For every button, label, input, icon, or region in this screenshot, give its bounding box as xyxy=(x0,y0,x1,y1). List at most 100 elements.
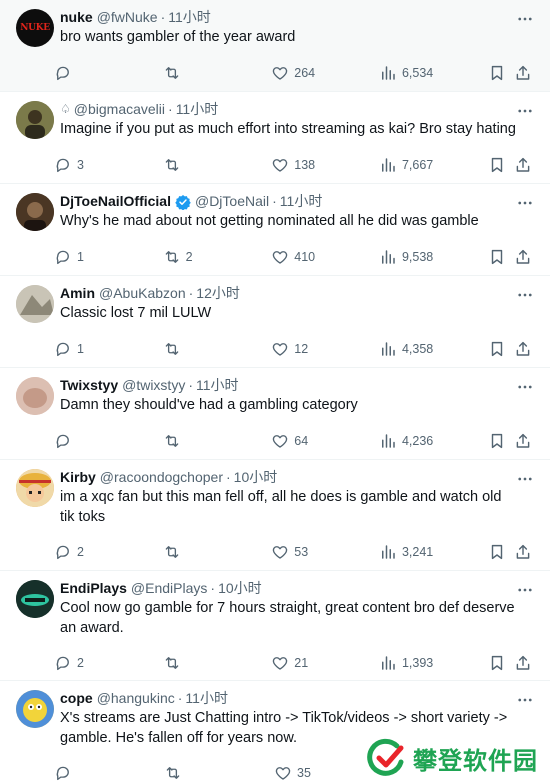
author-handle[interactable]: @bigmacavelii xyxy=(74,100,165,119)
like-button[interactable]: 264 xyxy=(271,59,379,87)
more-options-icon[interactable] xyxy=(516,194,534,212)
avatar[interactable]: NUKE xyxy=(16,9,54,47)
author-name[interactable]: cope xyxy=(60,689,93,708)
author-name[interactable]: Kirby xyxy=(60,468,96,487)
reply-button[interactable] xyxy=(54,759,164,784)
share-button[interactable] xyxy=(514,335,534,363)
author-name[interactable]: nuke xyxy=(60,8,93,27)
reply-tweet[interactable]: DjToeNailOfficial @DjToeNail · 11小时 Why'… xyxy=(0,184,550,276)
retweet-button[interactable] xyxy=(163,538,272,566)
more-options-icon[interactable] xyxy=(516,470,534,488)
avatar[interactable] xyxy=(16,285,54,323)
retweet-button[interactable] xyxy=(163,427,272,455)
retweet-button[interactable] xyxy=(163,151,272,179)
reply-tweet[interactable]: Kirby @racoondogchoper · 10小时 im a xqc f… xyxy=(0,460,550,571)
reply-icon xyxy=(56,766,69,781)
analytics-icon xyxy=(381,656,395,670)
share-button[interactable] xyxy=(514,243,534,271)
share-button[interactable] xyxy=(514,427,534,455)
share-button[interactable] xyxy=(514,538,534,566)
reply-tweet[interactable]: ♤ @bigmacavelii · 11小时 Imagine if you pu… xyxy=(0,92,550,184)
like-button[interactable]: 410 xyxy=(271,243,379,271)
reply-button[interactable]: 1 xyxy=(54,243,163,271)
views-button[interactable]: 4,358 xyxy=(379,335,488,363)
reply-button[interactable]: 3 xyxy=(54,151,163,179)
like-button[interactable]: 12 xyxy=(271,335,379,363)
avatar[interactable] xyxy=(16,690,54,728)
like-button[interactable]: 53 xyxy=(271,538,379,566)
retweet-button[interactable] xyxy=(163,59,272,87)
timestamp[interactable]: 11小时 xyxy=(176,100,219,119)
reply-icon xyxy=(56,342,69,356)
retweet-button[interactable] xyxy=(164,759,274,784)
retweet-button[interactable] xyxy=(163,335,272,363)
reply-button[interactable] xyxy=(54,427,163,455)
bookmark-button[interactable] xyxy=(488,335,515,363)
views-button[interactable]: 1,393 xyxy=(379,649,488,677)
more-options-icon[interactable] xyxy=(516,378,534,396)
author-name[interactable]: Twixstyy xyxy=(60,376,118,395)
avatar[interactable] xyxy=(16,377,54,415)
bookmark-icon xyxy=(491,65,502,80)
author-handle[interactable]: @twixstyy xyxy=(122,376,185,395)
author-name[interactable]: DjToeNailOfficial xyxy=(60,192,171,211)
heart-icon xyxy=(273,250,288,264)
retweet-button[interactable] xyxy=(163,649,272,677)
more-options-icon[interactable] xyxy=(516,286,534,304)
share-button[interactable] xyxy=(514,59,534,87)
heart-icon xyxy=(273,342,288,356)
reply-tweet[interactable]: Twixstyy @twixstyy · 11小时 Damn they shou… xyxy=(0,368,550,460)
views-button[interactable]: 7,667 xyxy=(379,151,488,179)
timestamp[interactable]: 12小时 xyxy=(196,284,240,303)
views-button[interactable]: 4,236 xyxy=(379,427,488,455)
bookmark-button[interactable] xyxy=(488,59,515,87)
views-button[interactable]: 3,241 xyxy=(379,538,488,566)
reply-icon xyxy=(56,66,69,80)
timestamp[interactable]: 10小时 xyxy=(234,468,278,487)
more-options-icon[interactable] xyxy=(516,581,534,599)
bookmark-button[interactable] xyxy=(488,538,515,566)
like-button[interactable]: 21 xyxy=(271,649,379,677)
reply-button[interactable]: 2 xyxy=(54,538,163,566)
avatar[interactable] xyxy=(16,469,54,507)
views-button[interactable]: 6,534 xyxy=(379,59,488,87)
author-handle[interactable]: @racoondogchoper xyxy=(100,468,223,487)
views-button[interactable]: 9,538 xyxy=(379,243,488,271)
reply-icon xyxy=(56,250,69,264)
timestamp[interactable]: 11小时 xyxy=(185,689,228,708)
reply-button[interactable] xyxy=(54,59,163,87)
share-button[interactable] xyxy=(514,151,534,179)
reply-button[interactable]: 2 xyxy=(54,649,163,677)
avatar[interactable] xyxy=(16,193,54,231)
author-handle[interactable]: @AbuKabzon xyxy=(99,284,186,303)
author-handle[interactable]: @DjToeNail xyxy=(195,192,269,211)
avatar-image-icon xyxy=(16,377,54,415)
author-handle[interactable]: @EndiPlays xyxy=(131,579,207,598)
share-button[interactable] xyxy=(514,649,534,677)
more-options-icon[interactable] xyxy=(516,10,534,28)
bookmark-button[interactable] xyxy=(488,151,515,179)
timestamp[interactable]: 10小时 xyxy=(218,579,262,598)
retweet-button[interactable]: 2 xyxy=(163,243,272,271)
more-options-icon[interactable] xyxy=(516,691,534,709)
reply-tweet[interactable]: NUKE nuke @fwNuke · 11小时 bro wants gambl… xyxy=(0,0,550,92)
bookmark-button[interactable] xyxy=(488,649,515,677)
author-handle[interactable]: @hangukinc xyxy=(97,689,175,708)
reply-tweet[interactable]: EndiPlays @EndiPlays · 10小时 Cool now go … xyxy=(0,571,550,681)
author-name[interactable]: EndiPlays xyxy=(60,579,127,598)
timestamp[interactable]: 11小时 xyxy=(168,8,211,27)
like-button[interactable]: 138 xyxy=(271,151,379,179)
more-options-icon[interactable] xyxy=(516,102,534,120)
tweet-text: Damn they should've had a gambling categ… xyxy=(60,397,358,413)
author-handle[interactable]: @fwNuke xyxy=(97,8,158,27)
reply-tweet[interactable]: Amin @AbuKabzon · 12小时 Classic lost 7 mi… xyxy=(0,276,550,368)
bookmark-button[interactable] xyxy=(488,243,515,271)
avatar[interactable] xyxy=(16,580,54,618)
like-button[interactable]: 64 xyxy=(271,427,379,455)
timestamp[interactable]: 11小时 xyxy=(196,376,239,395)
avatar[interactable] xyxy=(16,101,54,139)
timestamp[interactable]: 11小时 xyxy=(280,192,323,211)
bookmark-button[interactable] xyxy=(488,427,515,455)
author-name[interactable]: Amin xyxy=(60,284,95,303)
reply-button[interactable]: 1 xyxy=(54,335,163,363)
